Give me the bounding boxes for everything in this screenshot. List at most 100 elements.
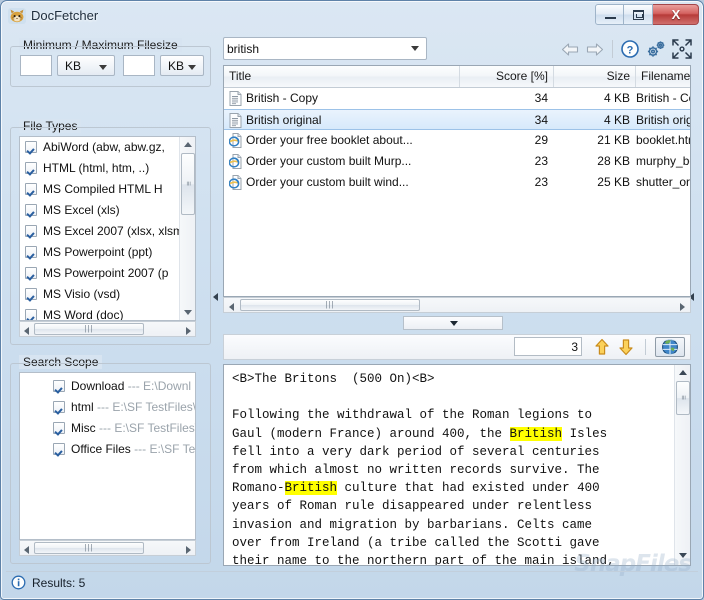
- search-input[interactable]: [224, 38, 406, 59]
- checkbox-checked-icon[interactable]: [25, 162, 37, 174]
- file-types-vscroll-thumb[interactable]: ≡: [181, 153, 195, 215]
- checkbox-checked-icon[interactable]: [25, 225, 37, 237]
- search-scope-path: --- E:\SF TestFiles\: [99, 421, 195, 435]
- preview-splitter[interactable]: [219, 316, 687, 331]
- help-button[interactable]: ?: [619, 38, 643, 62]
- open-in-browser-button[interactable]: [655, 337, 685, 357]
- file-type-item[interactable]: MS Excel (xls): [20, 200, 179, 221]
- checkbox-checked-icon[interactable]: [53, 401, 65, 413]
- table-row[interactable]: Order your free booklet about...2921 KBb…: [224, 130, 690, 151]
- file-types-hscrollbar[interactable]: |||: [19, 321, 196, 337]
- table-row[interactable]: British - Copy344 KBBritish - Copy.txt: [224, 88, 690, 109]
- arrow-down-icon: [616, 338, 636, 356]
- next-match-button[interactable]: [616, 338, 636, 356]
- scroll-right-icon[interactable]: [186, 327, 191, 335]
- checkbox-checked-icon[interactable]: [53, 443, 65, 455]
- file-type-label: MS Visio (vsd): [43, 287, 120, 301]
- scroll-down-icon[interactable]: [679, 553, 687, 558]
- file-type-item[interactable]: MS Powerpoint (ppt): [20, 242, 179, 263]
- file-types-list[interactable]: AbiWord (abw, abw.gz,HTML (html, htm, ..…: [19, 136, 196, 321]
- status-text: Results: 5: [32, 576, 85, 590]
- search-scope-item[interactable]: Misc --- E:\SF TestFiles\: [20, 418, 195, 439]
- search-scope-hscrollbar[interactable]: |||: [19, 540, 196, 556]
- min-filesize-unit-combo[interactable]: KB: [57, 55, 115, 76]
- scroll-up-icon[interactable]: [184, 142, 192, 147]
- search-scope-item[interactable]: Office Files --- E:\SF Tes: [20, 439, 195, 460]
- preview-collapse-button[interactable]: [403, 316, 503, 330]
- table-row[interactable]: Order your custom built Murp...2328 KBmu…: [224, 151, 690, 172]
- checkbox-checked-icon[interactable]: [53, 380, 65, 392]
- search-input-combo[interactable]: [223, 37, 427, 60]
- table-cell: booklet.html: [636, 130, 691, 150]
- column-header[interactable]: Score [%]: [460, 66, 554, 87]
- page-number-input[interactable]: [514, 337, 582, 356]
- table-row[interactable]: British original344 KBBritish original.t…: [224, 109, 690, 130]
- restore-button[interactable]: [624, 4, 653, 25]
- file-type-item[interactable]: AbiWord (abw, abw.gz,: [20, 137, 179, 158]
- scroll-right-icon[interactable]: [186, 546, 191, 554]
- results-table-header[interactable]: TitleScore [%]SizeFilename: [224, 66, 690, 88]
- chevron-down-icon[interactable]: [411, 46, 419, 51]
- file-type-label: MS Compiled HTML H: [43, 182, 163, 196]
- collapse-left-icon[interactable]: [213, 293, 218, 301]
- window-controls: X: [595, 4, 699, 26]
- file-type-item[interactable]: MS Powerpoint 2007 (p: [20, 263, 179, 284]
- checkbox-checked-icon[interactable]: [53, 422, 65, 434]
- file-type-item[interactable]: MS Visio (vsd): [20, 284, 179, 305]
- scroll-down-icon[interactable]: [184, 310, 192, 315]
- file-type-item[interactable]: MS Compiled HTML H: [20, 179, 179, 200]
- preview-vscrollbar[interactable]: ≡: [674, 365, 690, 565]
- table-cell: 29: [460, 130, 548, 150]
- scroll-left-icon[interactable]: [229, 303, 234, 311]
- scroll-left-icon[interactable]: [24, 327, 29, 335]
- forward-arrow-icon: [586, 43, 604, 56]
- preview-vscroll-thumb[interactable]: ≡: [676, 381, 690, 415]
- preferences-button[interactable]: [644, 38, 668, 62]
- collapse-button[interactable]: [671, 38, 695, 62]
- arrow-up-icon: [592, 338, 612, 356]
- max-filesize-unit-combo[interactable]: KB: [160, 55, 204, 76]
- results-hscroll-thumb[interactable]: |||: [240, 299, 420, 311]
- checkbox-checked-icon[interactable]: [25, 141, 37, 153]
- file-type-item[interactable]: MS Word (doc): [20, 305, 179, 321]
- column-header[interactable]: Filename: [636, 66, 691, 87]
- results-hscrollbar[interactable]: |||: [223, 297, 691, 313]
- search-scope-hscroll-thumb[interactable]: |||: [34, 542, 144, 554]
- max-filesize-input[interactable]: [123, 55, 155, 76]
- restore-icon: [633, 10, 644, 20]
- file-type-label: MS Powerpoint 2007 (p: [43, 266, 168, 280]
- forward-button[interactable]: [586, 43, 604, 56]
- file-types-hscroll-thumb[interactable]: |||: [34, 323, 144, 335]
- previous-match-button[interactable]: [592, 338, 612, 356]
- column-header[interactable]: Title: [224, 66, 460, 87]
- close-button[interactable]: X: [653, 4, 699, 25]
- checkbox-checked-icon[interactable]: [25, 204, 37, 216]
- checkbox-checked-icon[interactable]: [25, 183, 37, 195]
- checkbox-checked-icon[interactable]: [25, 267, 37, 279]
- checkbox-checked-icon[interactable]: [25, 288, 37, 300]
- back-button[interactable]: [561, 43, 579, 56]
- min-filesize-unit-value: KB: [65, 59, 81, 73]
- checkbox-checked-icon[interactable]: [25, 309, 37, 321]
- search-scope-label: Download: [71, 379, 128, 393]
- search-scope-item[interactable]: Download --- E:\Downl: [20, 376, 195, 397]
- search-scope-item[interactable]: html --- E:\SF TestFiles\: [20, 397, 195, 418]
- table-cell: 4 KB: [554, 88, 630, 108]
- results-table[interactable]: TitleScore [%]SizeFilename British - Cop…: [223, 65, 691, 297]
- file-type-item[interactable]: MS Excel 2007 (xlsx, xlsm: [20, 221, 179, 242]
- preview-pane[interactable]: <B>The Britons (500 On)<B> Following the…: [223, 364, 691, 566]
- file-type-item[interactable]: HTML (html, htm, ..): [20, 158, 179, 179]
- results-table-body[interactable]: British - Copy344 KBBritish - Copy.txtBr…: [224, 88, 690, 193]
- scroll-left-icon[interactable]: [24, 546, 29, 554]
- checkbox-checked-icon[interactable]: [25, 246, 37, 258]
- search-scope-path: --- E:\SF TestFiles\: [97, 400, 195, 414]
- minimize-button[interactable]: [595, 4, 624, 25]
- scroll-right-icon[interactable]: [680, 303, 685, 311]
- min-filesize-input[interactable]: [20, 55, 52, 76]
- search-scope-path: --- E:\Downl: [128, 379, 191, 393]
- column-header[interactable]: Size: [554, 66, 636, 87]
- scroll-up-icon[interactable]: [679, 370, 687, 375]
- search-scope-list[interactable]: Download --- E:\Downlhtml --- E:\SF Test…: [19, 372, 196, 540]
- table-row[interactable]: Order your custom built wind...2325 KBsh…: [224, 172, 690, 193]
- file-types-vscrollbar[interactable]: ≡: [179, 137, 195, 321]
